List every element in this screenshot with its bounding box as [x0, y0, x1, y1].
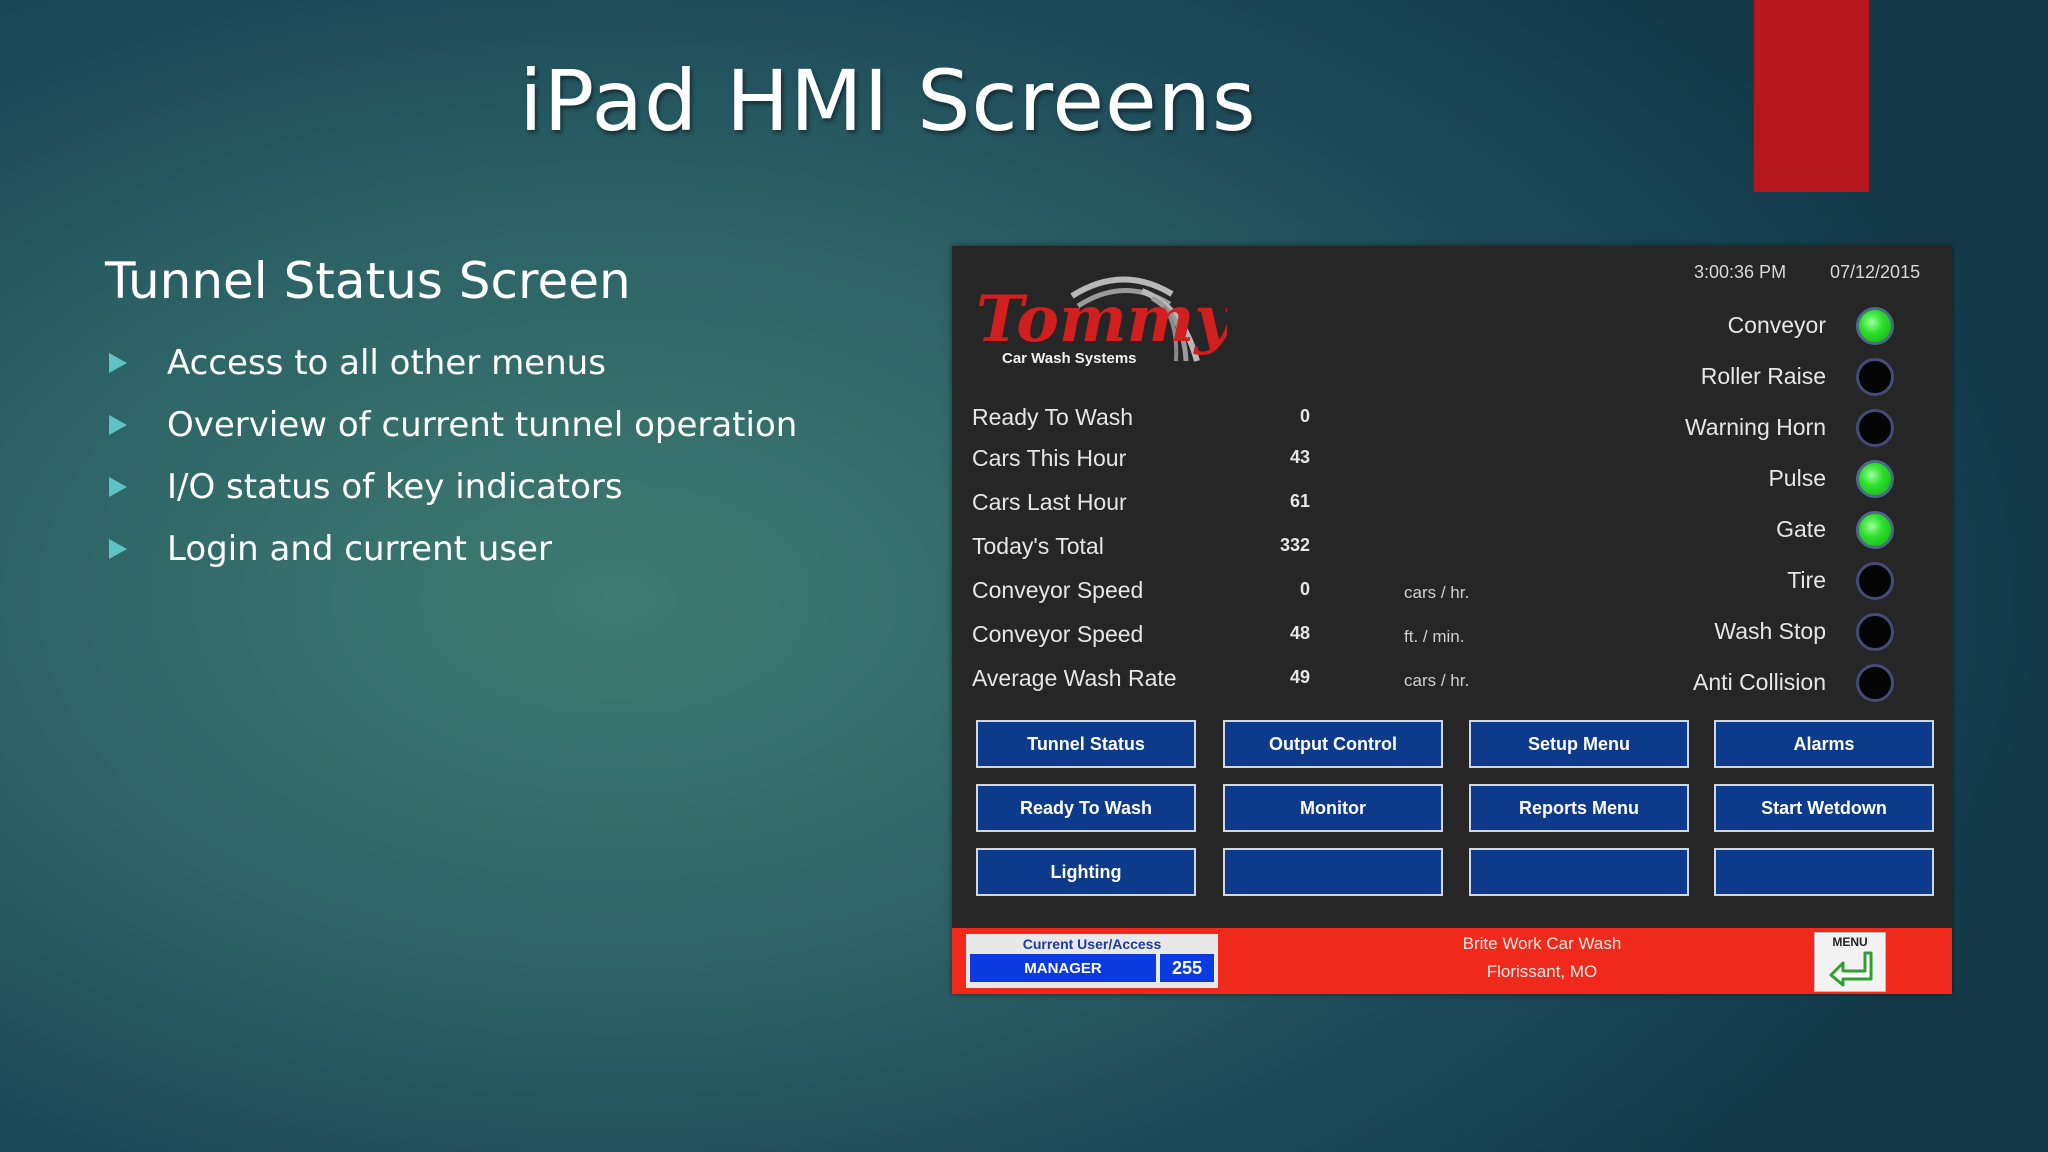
current-user-box[interactable]: Current User/Access MANAGER 255: [966, 934, 1218, 988]
indicator-label: Wash Stop: [1714, 618, 1826, 644]
bullet-arrow-icon: [109, 415, 127, 435]
indicator-label: Pulse: [1768, 465, 1826, 491]
indicator-light-icon: [1856, 358, 1894, 396]
stat-row: Ready To Wash 0: [972, 398, 1532, 438]
tommy-logo: Tommy Car Wash Systems: [976, 276, 1227, 367]
stat-label: Ready To Wash: [972, 404, 1134, 430]
hmi-screenshot: Tommy Car Wash Systems 3:00:36 PM 07/12/…: [952, 246, 1952, 994]
stat-value: 48: [1289, 623, 1310, 643]
reports-menu-button[interactable]: Reports Menu: [1469, 784, 1689, 832]
menu-label: MENU: [1832, 935, 1868, 949]
site-location: Florissant, MO: [1486, 962, 1598, 981]
indicator-light-icon: [1856, 562, 1894, 600]
stat-row: Today's Total 332: [972, 527, 1532, 567]
user-name: MANAGER: [970, 954, 1156, 982]
bullet-text: Overview of current tunnel operation: [167, 405, 798, 445]
hmi-date: 07/12/2015: [1830, 262, 1921, 282]
hmi-time: 3:00:36 PM: [1694, 262, 1787, 282]
hmi-footer: Current User/Access MANAGER 255 Brite Wo…: [952, 928, 1952, 994]
indicator-label: Gate: [1776, 516, 1826, 542]
stat-value: 0: [1299, 406, 1310, 426]
indicator-light-icon: [1856, 409, 1894, 447]
stat-value: 49: [1289, 667, 1310, 687]
bullet-arrow-icon: [109, 539, 127, 559]
blank-button[interactable]: [1714, 848, 1934, 896]
bullet-list: Access to all other menus Overview of cu…: [105, 332, 797, 580]
logo-tagline: Car Wash Systems: [1002, 350, 1137, 367]
blank-button[interactable]: [1469, 848, 1689, 896]
stat-row: Cars Last Hour 61: [972, 483, 1532, 523]
slide-title: iPad HMI Screens: [519, 52, 1257, 150]
indicator-anti-collision: Anti Collision: [1592, 661, 1932, 705]
setup-menu-button[interactable]: Setup Menu: [1469, 720, 1689, 768]
monitor-button[interactable]: Monitor: [1223, 784, 1443, 832]
stat-unit: cars / hr.: [1404, 583, 1470, 602]
stat-row: Cars This Hour 43: [972, 439, 1532, 479]
stat-label: Conveyor Speed: [972, 577, 1144, 603]
indicator-label: Anti Collision: [1693, 669, 1826, 695]
indicator-light-icon: [1856, 613, 1894, 651]
return-arrow-icon: [1829, 951, 1873, 987]
bullet-text: I/O status of key indicators: [167, 467, 623, 507]
stat-row: Conveyor Speed 0 cars / hr.: [972, 571, 1532, 611]
stat-unit: cars / hr.: [1404, 671, 1470, 690]
stat-label: Cars This Hour: [972, 445, 1127, 471]
stat-value: 61: [1289, 491, 1310, 511]
indicator-light-icon: [1856, 511, 1894, 549]
indicator-tire: Tire: [1592, 559, 1932, 603]
indicator-conveyor: Conveyor: [1592, 304, 1932, 348]
bullet-item: Access to all other menus: [105, 332, 797, 394]
start-wetdown-button[interactable]: Start Wetdown: [1714, 784, 1934, 832]
stat-value: 0: [1299, 579, 1310, 599]
lighting-button[interactable]: Lighting: [976, 848, 1196, 896]
bullet-arrow-icon: [109, 353, 127, 373]
stat-row: Average Wash Rate 49 cars / hr.: [972, 659, 1532, 699]
stat-label: Average Wash Rate: [972, 665, 1177, 691]
indicator-label: Conveyor: [1727, 312, 1826, 338]
stat-value: 43: [1289, 447, 1310, 467]
indicator-light-icon: [1856, 460, 1894, 498]
user-access-level: 255: [1160, 954, 1214, 982]
indicator-light-icon: [1856, 307, 1894, 345]
ready-to-wash-button[interactable]: Ready To Wash: [976, 784, 1196, 832]
stat-label: Today's Total: [972, 533, 1104, 559]
bullet-arrow-icon: [109, 477, 127, 497]
stat-label: Conveyor Speed: [972, 621, 1144, 647]
menu-button[interactable]: MENU: [1814, 932, 1886, 992]
output-control-button[interactable]: Output Control: [1223, 720, 1443, 768]
indicator-label: Warning Horn: [1684, 414, 1826, 440]
tunnel-status-button[interactable]: Tunnel Status: [976, 720, 1196, 768]
logo-brand: Tommy: [976, 282, 1227, 357]
bullet-item: Login and current user: [105, 518, 797, 580]
indicator-label: Tire: [1787, 567, 1826, 593]
indicator-wash-stop: Wash Stop: [1592, 610, 1932, 654]
blank-button[interactable]: [1223, 848, 1443, 896]
indicator-light-icon: [1856, 664, 1894, 702]
bullet-text: Login and current user: [167, 529, 552, 569]
indicator-label: Roller Raise: [1700, 363, 1826, 389]
indicator-gate: Gate: [1592, 508, 1932, 552]
indicator-warning-horn: Warning Horn: [1592, 406, 1932, 450]
bullet-item: I/O status of key indicators: [105, 456, 797, 518]
bullet-item: Overview of current tunnel operation: [105, 394, 797, 456]
stat-row: Conveyor Speed 48 ft. / min.: [972, 615, 1532, 655]
stat-value: 332: [1279, 535, 1310, 555]
indicator-roller-raise: Roller Raise: [1592, 355, 1932, 399]
stat-label: Cars Last Hour: [972, 489, 1127, 515]
user-caption: Current User/Access: [1022, 936, 1162, 952]
stat-unit: ft. / min.: [1404, 627, 1465, 646]
bullet-text: Access to all other menus: [167, 343, 606, 383]
site-name: Brite Work Car Wash: [1462, 934, 1622, 953]
indicator-pulse: Pulse: [1592, 457, 1932, 501]
alarms-button[interactable]: Alarms: [1714, 720, 1934, 768]
slide-subtitle: Tunnel Status Screen: [105, 252, 631, 310]
